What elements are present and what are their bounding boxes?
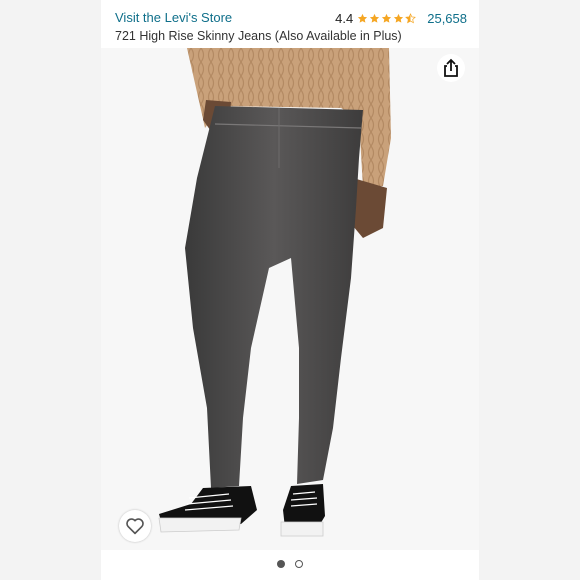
right-shoe — [283, 484, 325, 528]
jeans-photo — [158, 48, 391, 537]
share-button[interactable] — [437, 54, 465, 82]
product-card: Visit the Levi's Store 4.4 25,658 721 Hi… — [101, 0, 479, 580]
carousel-dot-1[interactable] — [277, 560, 285, 568]
product-title: 721 High Rise Skinny Jeans (Also Availab… — [115, 29, 402, 43]
rating-summary[interactable]: 4.4 25,658 — [335, 9, 467, 27]
right-hand — [353, 178, 387, 238]
carousel-indicator — [101, 556, 479, 572]
product-image[interactable] — [101, 48, 479, 550]
rating-value: 4.4 — [335, 10, 354, 26]
rating-stars — [357, 12, 417, 24]
star-icon — [370, 13, 380, 23]
wishlist-button[interactable] — [119, 510, 151, 542]
right-backdrop — [479, 0, 580, 580]
heart-icon — [126, 518, 144, 535]
review-count-link[interactable]: 25,658 — [427, 11, 467, 26]
share-icon — [444, 58, 458, 77]
half-star-icon — [405, 12, 417, 23]
store-link[interactable]: Visit the Levi's Store — [115, 9, 232, 27]
product-header: Visit the Levi's Store 4.4 25,658 — [115, 9, 467, 27]
star-icon — [358, 13, 368, 23]
left-backdrop — [0, 0, 101, 580]
jeans — [185, 106, 363, 488]
star-icon — [382, 13, 392, 23]
star-icon — [394, 13, 404, 23]
carousel-dot-2[interactable] — [295, 560, 303, 568]
